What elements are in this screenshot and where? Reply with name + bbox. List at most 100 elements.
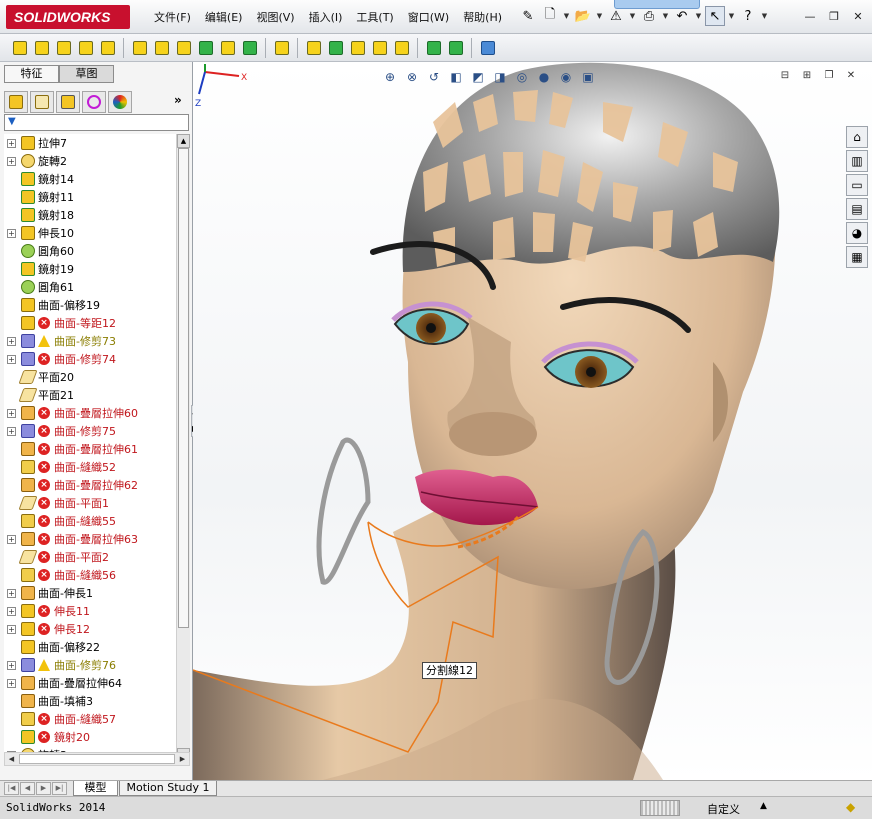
chevron-down-icon[interactable]: ▼ (760, 12, 769, 20)
tree-item[interactable]: 鏡射18 (4, 206, 176, 224)
hide-show-items-icon[interactable]: ◎ (513, 69, 531, 85)
scroll-up-icon[interactable]: ▲ (177, 134, 190, 148)
zoom-to-fit-icon[interactable]: ⊕ (381, 69, 399, 85)
tree-item[interactable]: × 曲面-縫織56 (4, 566, 176, 584)
tree-item[interactable]: × 曲面-平面2 (4, 548, 176, 566)
tree-item[interactable]: + 曲面-疊層拉伸64 (4, 674, 176, 692)
spline-icon[interactable] (446, 38, 465, 57)
scroll-thumb[interactable] (178, 148, 189, 628)
first-tab-icon[interactable]: |◀ (4, 782, 19, 795)
tree-item[interactable]: 平面20 (4, 368, 176, 386)
display-manager-icon[interactable] (108, 91, 132, 113)
help-icon[interactable]: ? (738, 6, 758, 26)
menu-file[interactable]: 文件(F) (148, 10, 197, 26)
tree-item[interactable]: + 拉伸7 (4, 134, 176, 152)
configuration-manager-icon[interactable] (56, 91, 80, 113)
rebuild-status-icon[interactable]: ◆ (846, 800, 862, 816)
tree-item[interactable]: 曲面-填補3 (4, 692, 176, 710)
rebuild-warning-icon[interactable]: ⚠ (606, 6, 626, 26)
view-orientation-icon[interactable]: ◩ (469, 69, 487, 85)
split-horizontal-icon[interactable]: ⊟ (778, 70, 792, 83)
tree-item[interactable]: + × 曲面-修剪74 (4, 350, 176, 368)
view-settings-icon[interactable]: ▣ (579, 69, 597, 85)
chevron-up-icon[interactable]: ▲ (760, 801, 767, 811)
tree-vertical-scrollbar[interactable]: ▲ ▼ (176, 134, 190, 762)
expand-icon[interactable]: + (7, 624, 16, 634)
expand-icon[interactable]: + (7, 408, 16, 418)
tree-item[interactable]: + 曲面-修剪73 (4, 332, 176, 350)
menu-help[interactable]: 帮助(H) (457, 10, 508, 26)
chevron-down-icon[interactable]: ▼ (628, 12, 637, 20)
surface-extend-icon[interactable] (196, 38, 215, 57)
tree-item[interactable]: + 伸長10 (4, 224, 176, 242)
expand-icon[interactable]: + (7, 606, 16, 616)
tree-item[interactable]: 鏡射14 (4, 170, 176, 188)
split-vertical-icon[interactable]: ⊞ (800, 70, 814, 83)
tree-horizontal-scrollbar[interactable]: ◀ ▶ (4, 752, 190, 766)
restore-icon[interactable]: ❐ (822, 70, 836, 83)
display-style-icon[interactable]: ◨ (491, 69, 509, 85)
tree-item[interactable]: × 曲面-縫織55 (4, 512, 176, 530)
property-manager-icon[interactable] (30, 91, 54, 113)
last-tab-icon[interactable]: ▶| (52, 782, 67, 795)
tree-item[interactable]: + 旋轉2 (4, 152, 176, 170)
chevron-down-icon[interactable]: ▼ (562, 12, 571, 20)
tab-features[interactable]: 特征 (4, 65, 59, 83)
expand-icon[interactable]: + (7, 138, 16, 148)
menu-window[interactable]: 窗口(W) (402, 10, 455, 26)
boundary-icon[interactable] (98, 38, 117, 57)
chevron-down-icon[interactable]: ▼ (595, 12, 604, 20)
tree-item[interactable]: × 曲面-疊層拉伸61 (4, 440, 176, 458)
revolve-icon[interactable] (32, 38, 51, 57)
tree-item[interactable]: 曲面-偏移22 (4, 638, 176, 656)
open-icon[interactable]: 📂 (573, 6, 593, 26)
instant3d-icon[interactable] (478, 38, 497, 57)
tree-item[interactable]: 鏡射11 (4, 188, 176, 206)
tree-item[interactable]: 鏡射19 (4, 260, 176, 278)
tab-model[interactable]: 模型 (73, 781, 118, 796)
units-selector[interactable]: 自定义 (707, 801, 740, 817)
surface-fill-icon[interactable] (218, 38, 237, 57)
next-tab-icon[interactable]: ▶ (36, 782, 51, 795)
tree-item[interactable]: × 鏡射20 (4, 728, 176, 746)
select-cursor-icon[interactable]: ↖ (705, 6, 725, 26)
view-palette-icon[interactable]: ▤ (846, 198, 868, 220)
surface-offset-icon[interactable] (130, 38, 149, 57)
expand-icon[interactable]: + (7, 426, 16, 436)
split-line-callout[interactable]: 分割線12 (422, 662, 477, 679)
appearances-icon[interactable]: ◕ (846, 222, 868, 244)
loft-icon[interactable] (76, 38, 95, 57)
thicken-icon[interactable] (326, 38, 345, 57)
tree-item[interactable]: 曲面-偏移19 (4, 296, 176, 314)
edit-appearance-icon[interactable]: ● (535, 69, 553, 85)
tree-item[interactable]: + × 伸長11 (4, 602, 176, 620)
tree-item[interactable]: + × 曲面-疊層拉伸60 (4, 404, 176, 422)
tree-item[interactable]: × 曲面-等距12 (4, 314, 176, 332)
minimize-icon[interactable]: — (802, 10, 818, 24)
tab-motion-study[interactable]: Motion Study 1 (119, 781, 217, 796)
chevron-down-icon[interactable]: ▼ (727, 12, 736, 20)
menu-insert[interactable]: 插入(I) (303, 10, 349, 26)
menu-edit[interactable]: 编辑(E) (199, 10, 249, 26)
tree-item[interactable]: 圓角61 (4, 278, 176, 296)
prev-tab-icon[interactable]: ◀ (20, 782, 35, 795)
scroll-thumb[interactable] (19, 754, 175, 764)
previous-view-icon[interactable]: ↺ (425, 69, 443, 85)
tree-item[interactable]: + × 伸長12 (4, 620, 176, 638)
tree-item[interactable]: × 曲面-縫織57 (4, 710, 176, 728)
expand-icon[interactable]: + (7, 336, 16, 346)
expand-icon[interactable]: + (7, 534, 16, 544)
section-view-icon[interactable]: ◧ (447, 69, 465, 85)
expand-icon[interactable]: + (7, 588, 16, 598)
expand-icon[interactable]: + (7, 228, 16, 238)
resources-home-icon[interactable]: ⌂ (846, 126, 868, 148)
tree-item[interactable]: 平面21 (4, 386, 176, 404)
scroll-left-icon[interactable]: ◀ (5, 753, 18, 765)
tree-item[interactable]: + 曲面-修剪76 (4, 656, 176, 674)
shell-icon[interactable] (370, 38, 389, 57)
menu-view[interactable]: 视图(V) (250, 10, 300, 26)
pin-icon[interactable]: ✎ (518, 6, 538, 26)
chevron-down-icon[interactable]: ▼ (661, 12, 670, 20)
expand-icon[interactable]: + (7, 660, 16, 670)
more-tabs-chevron-icon[interactable]: » (174, 93, 182, 107)
